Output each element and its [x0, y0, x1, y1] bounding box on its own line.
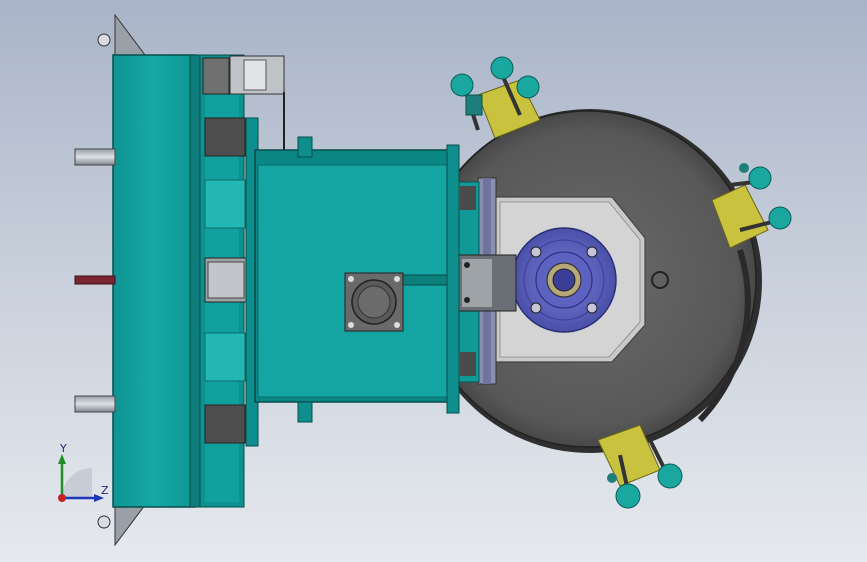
clamp-top — [450, 56, 541, 139]
x-axis-dot — [58, 494, 66, 502]
assembly-drawing[interactable] — [0, 0, 867, 562]
axis-y-label: Y — [60, 442, 67, 455]
cad-viewport[interactable] — [0, 0, 867, 562]
blue-hub-flange — [511, 227, 617, 333]
axis-z-label: Z — [101, 484, 109, 497]
carriage-box — [254, 136, 460, 423]
guide-rods — [74, 148, 116, 413]
clamp-bottom — [597, 424, 683, 509]
